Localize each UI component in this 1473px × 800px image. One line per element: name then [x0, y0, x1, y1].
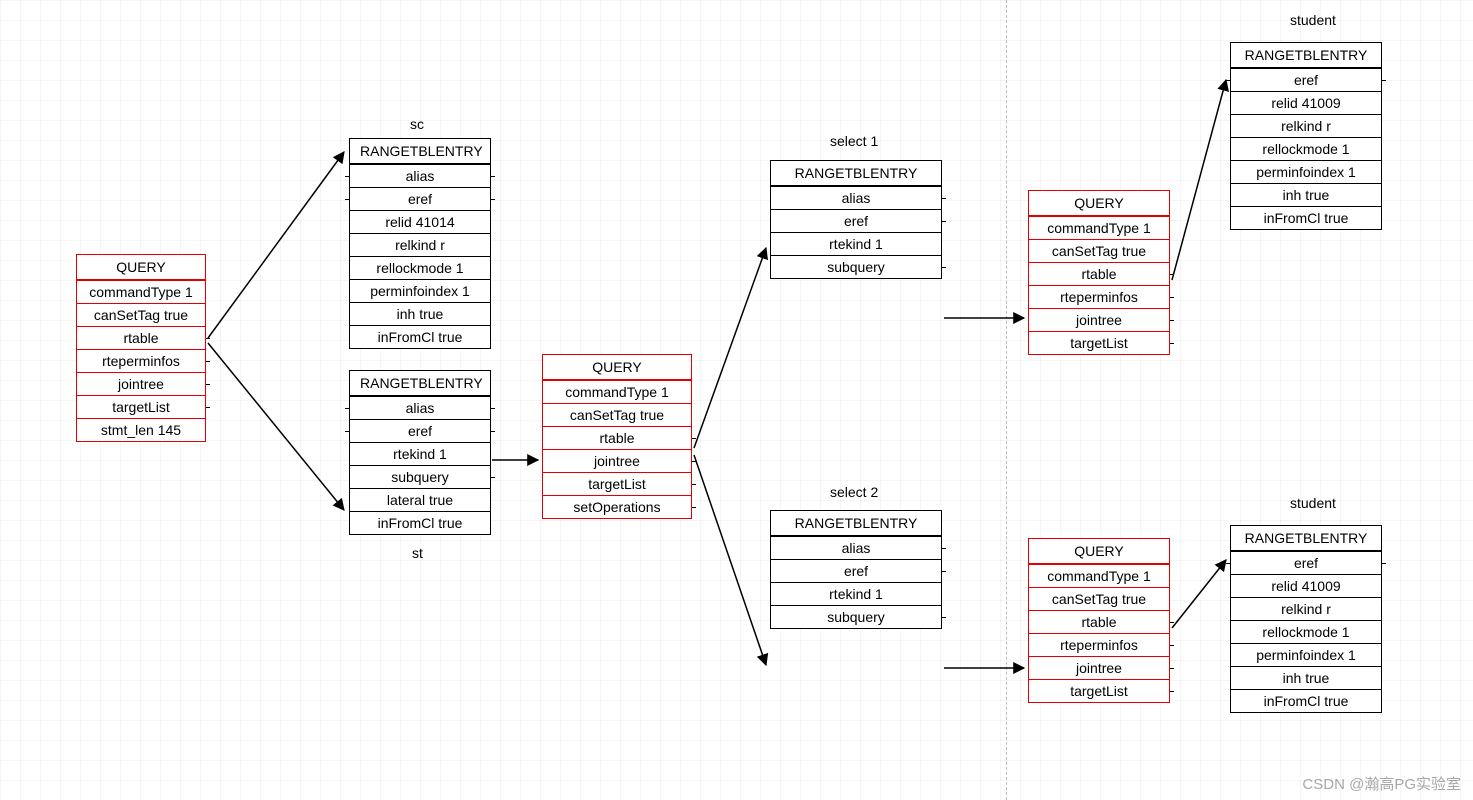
- node-title: RANGETBLENTRY: [771, 511, 941, 536]
- field-relkind: relkind r: [1231, 597, 1381, 620]
- field-alias: alias: [771, 186, 941, 209]
- field-canSetTag: canSetTag true: [77, 303, 205, 326]
- node-title: RANGETBLENTRY: [771, 161, 941, 186]
- field-rtable: rtable: [1029, 610, 1169, 633]
- field-setOperations: setOperations: [543, 495, 691, 518]
- field-alias: alias: [350, 164, 490, 187]
- field-alias: alias: [350, 396, 490, 419]
- field-jointree: jointree: [1029, 308, 1169, 331]
- field-canSetTag: canSetTag true: [1029, 587, 1169, 610]
- field-commandType: commandType 1: [1029, 564, 1169, 587]
- field-jointree: jointree: [1029, 656, 1169, 679]
- field-canSetTag: canSetTag true: [1029, 239, 1169, 262]
- node-query-select1: QUERY commandType 1 canSetTag true rtabl…: [1028, 190, 1170, 355]
- node-title: RANGETBLENTRY: [350, 139, 490, 164]
- field-rtekind: rtekind 1: [350, 442, 490, 465]
- node-title: QUERY: [543, 355, 691, 380]
- field-inh: inh true: [1231, 666, 1381, 689]
- field-eref: eref: [771, 559, 941, 582]
- field-relid: relid 41009: [1231, 91, 1381, 114]
- node-title: RANGETBLENTRY: [1231, 526, 1381, 551]
- field-eref: eref: [1231, 551, 1381, 574]
- field-targetList: targetList: [1029, 331, 1169, 354]
- node-title: QUERY: [1029, 539, 1169, 564]
- field-lateral: lateral true: [350, 488, 490, 511]
- field-rteperminfos: rteperminfos: [1029, 633, 1169, 656]
- field-subquery: subquery: [771, 255, 941, 278]
- node-query-select2: QUERY commandType 1 canSetTag true rtabl…: [1028, 538, 1170, 703]
- node-rte-sc: RANGETBLENTRY alias eref relid 41014 rel…: [349, 138, 491, 349]
- field-targetList: targetList: [543, 472, 691, 495]
- field-commandType: commandType 1: [1029, 216, 1169, 239]
- node-rte-select2: RANGETBLENTRY alias eref rtekind 1 subqu…: [770, 510, 942, 629]
- field-targetList: targetList: [77, 395, 205, 418]
- field-rteperminfos: rteperminfos: [77, 349, 205, 372]
- node-rte-student-top: RANGETBLENTRY eref relid 41009 relkind r…: [1230, 42, 1382, 230]
- field-targetList: targetList: [1029, 679, 1169, 702]
- field-rtable: rtable: [543, 426, 691, 449]
- label-select1: select 1: [830, 133, 878, 149]
- field-perminfoindex: perminfoindex 1: [350, 279, 490, 302]
- field-alias: alias: [771, 536, 941, 559]
- label-st: st: [412, 545, 423, 561]
- node-title: QUERY: [77, 255, 205, 280]
- field-rellockmode: rellockmode 1: [1231, 137, 1381, 160]
- page-divider: [1006, 0, 1007, 800]
- node-title: RANGETBLENTRY: [1231, 43, 1381, 68]
- field-jointree: jointree: [543, 449, 691, 472]
- field-inh: inh true: [1231, 183, 1381, 206]
- field-commandType: commandType 1: [77, 280, 205, 303]
- field-rtekind: rtekind 1: [771, 582, 941, 605]
- field-rteperminfos: rteperminfos: [1029, 285, 1169, 308]
- field-stmt-len: stmt_len 145: [77, 418, 205, 441]
- label-select2: select 2: [830, 484, 878, 500]
- field-relid: relid 41009: [1231, 574, 1381, 597]
- field-rtable: rtable: [77, 326, 205, 349]
- node-rte-select1: RANGETBLENTRY alias eref rtekind 1 subqu…: [770, 160, 942, 279]
- field-eref: eref: [1231, 68, 1381, 91]
- node-query-root: QUERY commandType 1 canSetTag true rtabl…: [76, 254, 206, 442]
- field-relkind: relkind r: [1231, 114, 1381, 137]
- field-inh: inh true: [350, 302, 490, 325]
- field-commandType: commandType 1: [543, 380, 691, 403]
- field-eref: eref: [771, 209, 941, 232]
- field-rellockmode: rellockmode 1: [1231, 620, 1381, 643]
- field-subquery: subquery: [771, 605, 941, 628]
- field-rtekind: rtekind 1: [771, 232, 941, 255]
- node-query-sub: QUERY commandType 1 canSetTag true rtabl…: [542, 354, 692, 519]
- field-perminfoindex: perminfoindex 1: [1231, 160, 1381, 183]
- field-inFromCl: inFromCl true: [350, 325, 490, 348]
- field-perminfoindex: perminfoindex 1: [1231, 643, 1381, 666]
- field-subquery: subquery: [350, 465, 490, 488]
- field-inFromCl: inFromCl true: [1231, 206, 1381, 229]
- node-title: RANGETBLENTRY: [350, 371, 490, 396]
- field-eref: eref: [350, 187, 490, 210]
- label-sc: sc: [410, 116, 424, 132]
- field-rtable: rtable: [1029, 262, 1169, 285]
- field-inFromCl: inFromCl true: [350, 511, 490, 534]
- label-student-top: student: [1290, 12, 1336, 28]
- field-inFromCl: inFromCl true: [1231, 689, 1381, 712]
- field-rellockmode: rellockmode 1: [350, 256, 490, 279]
- label-student-bottom: student: [1290, 495, 1336, 511]
- node-rte-student-bottom: RANGETBLENTRY eref relid 41009 relkind r…: [1230, 525, 1382, 713]
- field-relid: relid 41014: [350, 210, 490, 233]
- watermark: CSDN @瀚高PG实验室: [1302, 773, 1461, 794]
- field-eref: eref: [350, 419, 490, 442]
- field-jointree: jointree: [77, 372, 205, 395]
- field-canSetTag: canSetTag true: [543, 403, 691, 426]
- node-title: QUERY: [1029, 191, 1169, 216]
- field-relkind: relkind r: [350, 233, 490, 256]
- node-rte-st: RANGETBLENTRY alias eref rtekind 1 subqu…: [349, 370, 491, 535]
